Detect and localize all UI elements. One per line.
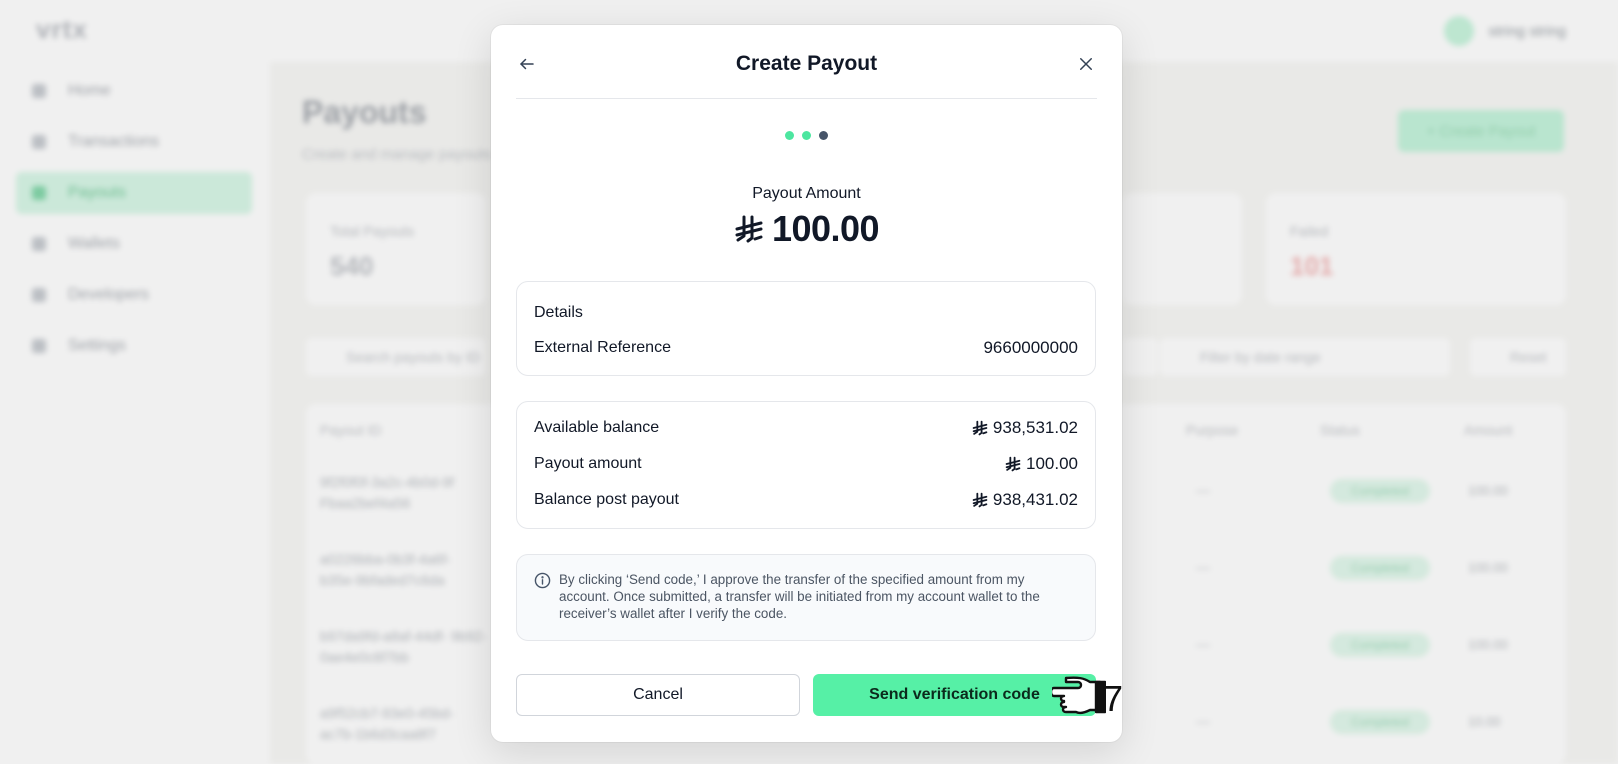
payout-amount-label: Payout Amount xyxy=(752,185,861,202)
saudi-riyal-icon xyxy=(972,420,988,436)
payout-amount-value: 100.00 xyxy=(771,208,880,249)
cancel-button[interactable]: Cancel xyxy=(516,674,800,716)
available-balance-row: Available balance 938,531.02 xyxy=(534,418,1078,438)
info-icon xyxy=(534,572,551,589)
details-card: Details External Reference 9660000000 xyxy=(516,281,1096,376)
close-icon xyxy=(1080,58,1092,70)
cursor-step-number: 7 xyxy=(1103,678,1124,719)
consent-text: By clicking ‘Send code,’ I approve the t… xyxy=(559,572,1040,621)
close-button[interactable] xyxy=(1075,53,1097,75)
payout-amount-row-amount: 100.00 xyxy=(1026,454,1078,473)
modal-title: Create Payout xyxy=(735,52,878,75)
step-dot-current xyxy=(819,131,828,140)
external-reference-label: External Reference xyxy=(534,339,671,356)
balance-post-payout-amount: 938,431.02 xyxy=(992,490,1078,509)
consent-notice: By clicking ‘Send code,’ I approve the t… xyxy=(516,554,1096,641)
payout-amount-row-label: Payout amount xyxy=(534,455,642,472)
external-reference-value: 9660000000 xyxy=(983,338,1078,357)
create-payout-modal: Create Payout Payout Amount 100.00 Detai… xyxy=(491,25,1122,742)
saudi-riyal-icon xyxy=(1005,456,1021,472)
modal-header: Create Payout xyxy=(516,25,1097,99)
balance-post-payout-label: Balance post payout xyxy=(534,491,679,508)
step-dot-complete xyxy=(785,131,794,140)
balance-post-payout-value: 938,431.02 xyxy=(972,490,1078,510)
balance-summary-card: Available balance 938,531.02 Payout amou… xyxy=(516,401,1096,529)
step-dot-complete xyxy=(802,131,811,140)
balance-post-payout-row: Balance post payout 938,431.02 xyxy=(534,490,1078,510)
payout-amount-row-value: 100.00 xyxy=(1005,454,1078,474)
available-balance-label: Available balance xyxy=(534,419,660,436)
step-indicator xyxy=(491,131,1122,140)
saudi-riyal-icon xyxy=(972,492,988,508)
external-reference-row: External Reference 9660000000 xyxy=(534,338,1078,358)
payout-amount-display: 100.00 xyxy=(491,208,1122,250)
available-balance-amount: 938,531.02 xyxy=(992,418,1078,437)
pointer-hand-icon xyxy=(1052,676,1106,715)
payout-amount-row: Payout amount 100.00 xyxy=(534,454,1078,474)
saudi-riyal-icon xyxy=(735,215,763,243)
available-balance-value: 938,531.02 xyxy=(972,418,1078,438)
details-heading: Details xyxy=(534,304,583,321)
